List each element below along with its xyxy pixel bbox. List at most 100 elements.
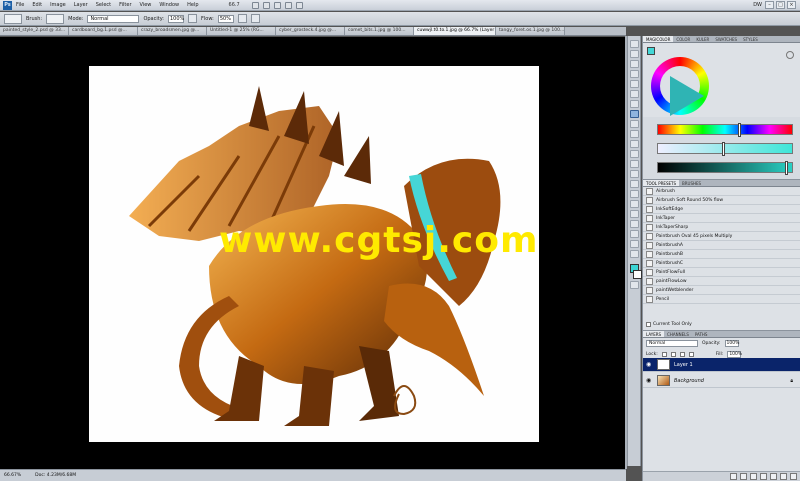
visibility-eye-icon[interactable]: ◉ xyxy=(646,377,653,384)
workspace-switcher[interactable]: DW xyxy=(753,2,762,8)
move-tool-icon[interactable] xyxy=(629,40,639,48)
marquee-tool-icon[interactable] xyxy=(629,50,639,58)
color-wheel[interactable] xyxy=(651,57,709,116)
tablet-pressure-opacity-icon[interactable] xyxy=(188,14,197,23)
brightness-icon[interactable] xyxy=(786,51,794,59)
doc-tab[interactable]: cardboard_bg.1.psd @... xyxy=(69,27,138,35)
menu-image[interactable]: Image xyxy=(50,2,66,8)
doc-tab[interactable]: crazy_broadsmen.jpg @... xyxy=(138,27,207,35)
brush-picker[interactable] xyxy=(46,13,65,24)
blur-tool-icon[interactable] xyxy=(629,160,639,168)
adjustment-layer-icon[interactable] xyxy=(760,473,767,480)
saturation-slider[interactable] xyxy=(657,142,793,156)
tab-magicolor[interactable]: MAGICOLOR xyxy=(643,36,674,42)
background-color-swatch[interactable] xyxy=(632,270,642,279)
history-brush-tool-icon[interactable] xyxy=(629,130,639,138)
maximize-button[interactable]: □ xyxy=(776,1,785,9)
eyedropper-tool-icon[interactable] xyxy=(629,90,639,98)
hue-slider-knob[interactable] xyxy=(738,123,742,137)
preset-item[interactable]: Airbrush xyxy=(643,187,800,196)
brightness-slider[interactable] xyxy=(657,161,793,175)
opacity-input[interactable]: 100% xyxy=(168,14,184,23)
lock-transparency-icon[interactable] xyxy=(661,352,667,357)
status-zoom[interactable]: 66.67% xyxy=(4,473,21,478)
document-canvas[interactable]: www.cgtsj.com xyxy=(89,66,539,442)
brightness-slider-knob[interactable] xyxy=(785,161,789,175)
link-layers-icon[interactable] xyxy=(730,473,737,480)
type-tool-icon[interactable] xyxy=(629,190,639,198)
minimize-button[interactable]: – xyxy=(765,1,774,9)
preset-item[interactable]: Pencil xyxy=(643,295,800,304)
menu-select[interactable]: Select xyxy=(96,2,111,8)
layer-opacity-input[interactable]: 100% xyxy=(724,340,739,347)
lasso-tool-icon[interactable] xyxy=(629,60,639,68)
doc-tab[interactable]: painted_style_2.psd @ 33... xyxy=(0,27,69,35)
airbrush-icon[interactable] xyxy=(237,14,247,23)
blend-mode-select[interactable]: Normal xyxy=(646,340,698,347)
preset-item[interactable]: PaintFlowFull xyxy=(643,268,800,277)
color-triangle[interactable] xyxy=(670,76,704,116)
delete-layer-icon[interactable] xyxy=(790,473,797,480)
tab-kuler[interactable]: KULER xyxy=(693,36,712,42)
tab-tool-presets[interactable]: TOOL PRESETS xyxy=(643,180,680,186)
tablet-pressure-size-icon[interactable] xyxy=(250,14,260,23)
add-mask-icon[interactable] xyxy=(750,473,757,480)
preset-item[interactable]: paintWetblender xyxy=(643,286,800,295)
dodge-tool-icon[interactable] xyxy=(629,170,639,178)
doc-tab-active[interactable]: cuwwjl.t0.to.1.jpg @ 66.7% (Layer 1, RGB… xyxy=(414,27,496,35)
preset-item[interactable]: InkSoftEdge xyxy=(643,205,800,214)
doc-tab[interactable]: comet_bits.1.jpg @ 100... xyxy=(345,27,414,35)
new-group-icon[interactable] xyxy=(770,473,777,480)
preset-item[interactable]: PaintbrushC xyxy=(643,259,800,268)
eraser-tool-icon[interactable] xyxy=(629,140,639,148)
close-button[interactable]: × xyxy=(787,1,796,9)
current-color-swatch[interactable] xyxy=(647,47,655,55)
path-select-tool-icon[interactable] xyxy=(629,200,639,208)
crop-tool-icon[interactable] xyxy=(629,80,639,88)
current-tool-only-checkbox[interactable] xyxy=(646,322,651,327)
layer-row-layer-1[interactable]: ◉ Layer 1 xyxy=(643,358,800,372)
hand-tool-icon[interactable] xyxy=(251,1,259,9)
3d-orbit-tool-icon[interactable] xyxy=(629,230,639,238)
preset-item[interactable]: InkTaper xyxy=(643,214,800,223)
tab-paths[interactable]: PATHS xyxy=(692,331,711,337)
healing-brush-tool-icon[interactable] xyxy=(629,100,639,108)
tab-styles[interactable]: STYLES xyxy=(740,36,761,42)
hue-slider[interactable] xyxy=(657,123,793,137)
brush-tool-icon[interactable] xyxy=(629,110,639,118)
saturation-slider-knob[interactable] xyxy=(722,142,726,156)
gradient-tool-icon[interactable] xyxy=(629,150,639,158)
visibility-eye-icon[interactable]: ◉ xyxy=(646,361,653,368)
lock-all-icon[interactable] xyxy=(688,352,694,357)
doc-tab[interactable]: cyber_grosteck.4.jpg @... xyxy=(276,27,345,35)
menu-view[interactable]: View xyxy=(140,2,152,8)
zoom-tool-icon[interactable] xyxy=(262,1,270,9)
preset-item[interactable]: Airbrush Soft Round 50% flow xyxy=(643,196,800,205)
rotate-view-icon[interactable] xyxy=(273,1,281,9)
mode-select[interactable]: Normal xyxy=(87,14,140,23)
zoom-level-display[interactable]: 66.7 xyxy=(229,2,240,8)
preset-item[interactable]: PaintbrushA xyxy=(643,241,800,250)
tool-preset-picker[interactable] xyxy=(4,13,22,24)
quick-select-tool-icon[interactable] xyxy=(629,70,639,78)
quick-mask-icon[interactable] xyxy=(629,281,639,289)
clone-stamp-tool-icon[interactable] xyxy=(629,120,639,128)
shape-tool-icon[interactable] xyxy=(629,210,639,218)
new-layer-icon[interactable] xyxy=(780,473,787,480)
zoom-tool-icon[interactable] xyxy=(629,250,639,258)
menu-layer[interactable]: Layer xyxy=(74,2,88,8)
preset-item[interactable]: Paintbrush Oval 45 pixels Multiply xyxy=(643,232,800,241)
doc-tab[interactable]: Untitled-1 @ 25% (RG... xyxy=(207,27,276,35)
preset-item[interactable]: InkTaperSharp xyxy=(643,223,800,232)
current-tool-only-toggle[interactable]: Current Tool Only xyxy=(646,322,692,327)
menu-file[interactable]: File xyxy=(16,2,24,8)
tab-layers[interactable]: LAYERS xyxy=(643,331,665,337)
layer-style-icon[interactable] xyxy=(740,473,747,480)
tab-swatches[interactable]: SWATCHES xyxy=(712,36,740,42)
canvas-area[interactable]: www.cgtsj.com xyxy=(0,37,626,469)
flow-input[interactable]: 50% xyxy=(217,14,234,23)
arrange-documents-icon[interactable] xyxy=(284,1,292,9)
menu-edit[interactable]: Edit xyxy=(32,2,42,8)
lock-pixels-icon[interactable] xyxy=(670,352,676,357)
3d-rotate-tool-icon[interactable] xyxy=(629,220,639,228)
